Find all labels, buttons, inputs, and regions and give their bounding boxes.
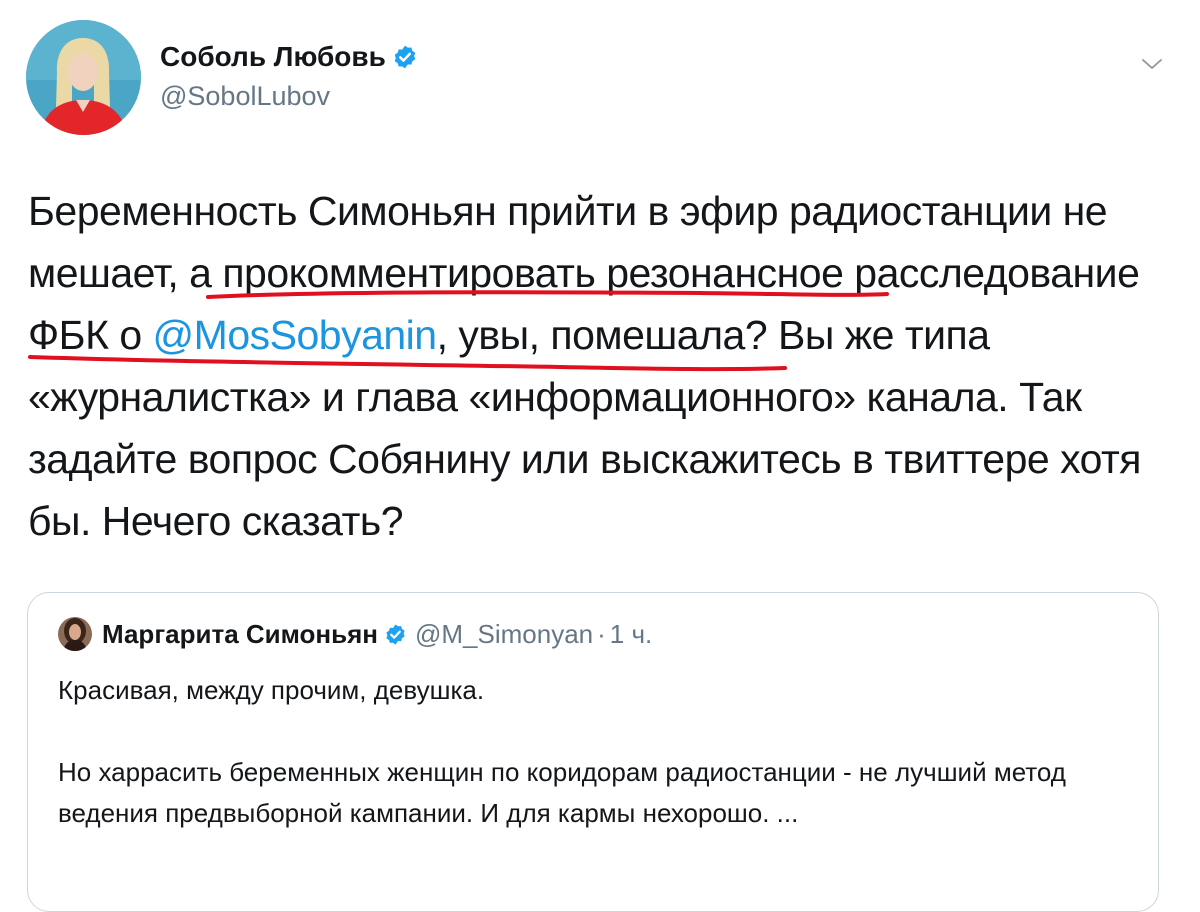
chevron-down-icon[interactable] <box>1140 52 1164 76</box>
quoted-author-handle[interactable]: @M_Simonyan <box>415 619 593 649</box>
quoted-tweet-text: Красивая, между прочим, девушка. Но харр… <box>58 670 1138 834</box>
mention-link[interactable]: @MosSobyanin <box>153 312 438 358</box>
verified-badge-icon <box>384 621 407 653</box>
author-name-text: Соболь Любовь <box>160 41 386 72</box>
quoted-timestamp[interactable]: 1 ч. <box>610 619 652 649</box>
quoted-paragraph-1: Красивая, между прочим, девушка. <box>58 675 485 705</box>
quoted-author-name[interactable]: Маргарита Симоньян <box>102 619 378 649</box>
quoted-separator: · <box>597 619 606 649</box>
author-avatar[interactable] <box>26 20 141 135</box>
quoted-paragraph-2: Но харрасить беременных женщин по коридо… <box>58 757 1066 828</box>
tweet-text: Беременность Симоньян прийти в эфир ради… <box>28 180 1178 552</box>
quoted-author-avatar[interactable] <box>58 617 92 651</box>
author-name[interactable]: Соболь Любовь <box>160 40 418 78</box>
author-handle[interactable]: @SobolLubov <box>160 80 330 112</box>
verified-badge-icon <box>392 44 418 78</box>
quoted-tweet-header: Маргарита Симоньян @M_Simonyan · 1 ч. <box>102 618 652 653</box>
